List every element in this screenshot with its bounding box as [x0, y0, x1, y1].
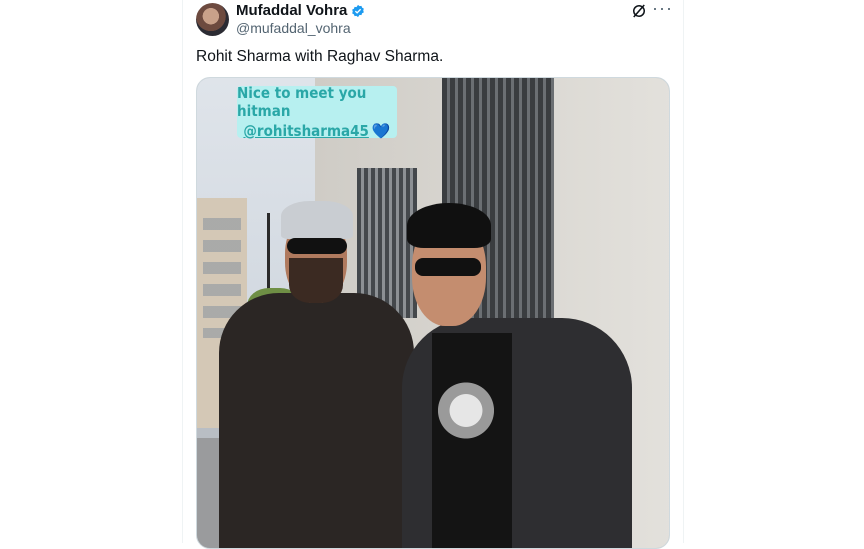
person-right-sunglasses — [415, 258, 481, 276]
person-left-sunglasses — [287, 238, 347, 254]
person-left-hoodie — [219, 293, 414, 548]
tweet-photo[interactable]: Nice to meet you hitman @rohitsharma45 💙 — [196, 77, 670, 549]
person-left-cap — [281, 201, 353, 239]
author-handle[interactable]: @mufaddal_vohra — [236, 20, 351, 36]
verified-badge-icon — [352, 4, 365, 17]
avatar[interactable] — [196, 3, 229, 36]
person-right-shirt-print — [433, 378, 499, 443]
tweet-text: Rohit Sharma with Raghav Sharma. — [196, 48, 444, 65]
sticker-text-line2: @rohitsharma45 💙 — [243, 122, 390, 140]
person-left-beard — [289, 258, 343, 303]
grok-icon[interactable] — [630, 2, 648, 20]
author-row: Mufaddal Vohra — [236, 2, 365, 19]
author-name[interactable]: Mufaddal Vohra — [236, 2, 347, 19]
sticker-text-line1: Nice to meet you hitman — [237, 84, 367, 120]
person-right-hair — [407, 203, 491, 248]
sticker-mention: @rohitsharma45 — [243, 122, 369, 140]
more-options-icon[interactable]: ··· — [652, 0, 673, 19]
story-sticker: Nice to meet you hitman @rohitsharma45 💙 — [237, 84, 397, 140]
blue-heart-icon: 💙 — [371, 122, 391, 140]
